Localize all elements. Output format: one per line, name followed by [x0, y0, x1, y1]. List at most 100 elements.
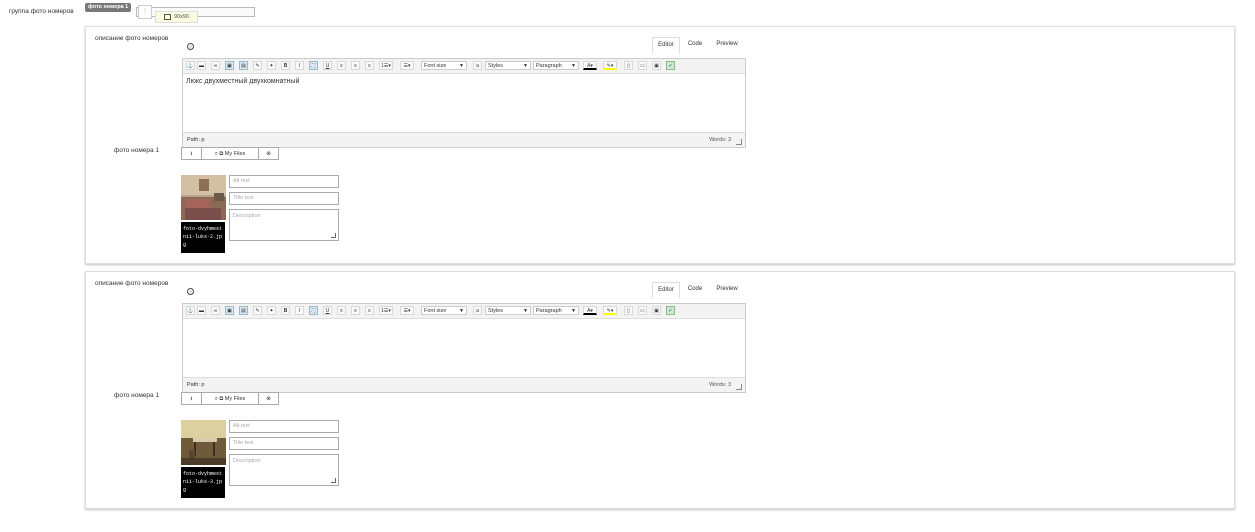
eraser-icon[interactable]: ✎	[253, 61, 262, 70]
fullscreen-icon[interactable]: ⛶	[309, 306, 318, 315]
close-icon: ⊗	[266, 396, 271, 402]
upload-icon: ⭳	[190, 396, 193, 402]
spellcheck-icon[interactable]: ✓	[666, 61, 675, 70]
word-count: Words: 3	[709, 137, 731, 143]
styles-icon[interactable]: a	[473, 61, 482, 70]
resize-handle-icon[interactable]	[736, 139, 742, 145]
group-badge[interactable]: фото номера 1	[85, 3, 132, 12]
title-text-input[interactable]: Title text	[229, 437, 339, 450]
search-icon: ⌕	[214, 396, 218, 402]
save-icon[interactable]: ▤	[239, 306, 248, 315]
remove-button[interactable]: ⊗	[258, 392, 279, 405]
link-icon[interactable]: ∞	[211, 61, 220, 70]
format-select[interactable]: Paragraph ▼	[533, 61, 579, 70]
table-icon[interactable]: ▭	[638, 306, 647, 315]
my-files-button[interactable]: ⌕ ⧉ My Files	[201, 147, 259, 160]
remove-button[interactable]: ⊗	[258, 147, 279, 160]
spellcheck-icon[interactable]: ✓	[666, 306, 675, 315]
highlight-color-icon[interactable]: ✎▾	[603, 61, 617, 70]
search-icon: ⌕	[214, 151, 218, 157]
underline-icon[interactable]: U	[323, 61, 332, 70]
bold-icon[interactable]: B	[281, 306, 290, 315]
align-center-icon[interactable]: ≡	[351, 306, 360, 315]
files-icon: ⧉	[219, 396, 224, 402]
close-icon: ⊗	[266, 151, 271, 157]
format-select[interactable]: Paragraph ▼	[533, 306, 579, 315]
resize-handle-icon[interactable]	[331, 478, 336, 483]
resize-handle-icon[interactable]	[736, 384, 742, 390]
media-icon[interactable]: ▣	[652, 61, 661, 70]
my-files-label: My Files	[224, 151, 246, 157]
upload-button[interactable]: ⭳	[181, 147, 202, 160]
table-icon[interactable]: ▭	[638, 61, 647, 70]
align-justify-icon[interactable]: ≡	[365, 61, 374, 70]
resize-handle-icon[interactable]	[331, 233, 336, 238]
my-files-button[interactable]: ⌕ ⧉ My Files	[201, 392, 259, 405]
italic-icon[interactable]: I	[295, 306, 304, 315]
drag-handle-icon[interactable]: ⋮	[138, 5, 152, 19]
help-icon[interactable]: ?	[187, 288, 194, 295]
image-insert-icon[interactable]: ▣	[225, 61, 234, 70]
underline-icon[interactable]: U	[323, 306, 332, 315]
styles-select[interactable]: Styles ▼	[485, 306, 531, 315]
media-icon[interactable]: ▣	[652, 306, 661, 315]
italic-icon[interactable]: I	[295, 61, 304, 70]
tab-editor[interactable]: Editor	[652, 282, 680, 299]
numbered-list-icon[interactable]: 1☰▾	[379, 61, 393, 70]
image-insert-icon[interactable]: ▣	[225, 306, 234, 315]
title-text-input[interactable]: Title text	[229, 192, 339, 205]
editor-content[interactable]: Люкс двухместный двухкомнатный	[183, 74, 745, 132]
description-textarea[interactable]: Description	[229, 209, 339, 241]
help-icon[interactable]: ?	[187, 43, 194, 50]
tab-editor[interactable]: Editor	[652, 37, 680, 54]
link-icon[interactable]: ∞	[211, 306, 220, 315]
bullet-list-icon[interactable]: ☰▾	[400, 306, 414, 315]
chevron-down-icon: ▼	[523, 63, 528, 69]
text-color-icon[interactable]: A▾	[583, 61, 597, 70]
numbered-list-icon[interactable]: 1☰▾	[379, 306, 393, 315]
horizontal-rule-icon[interactable]: ▬	[197, 61, 206, 70]
chevron-down-icon: ▼	[571, 308, 576, 314]
anchor-icon[interactable]: ⚓	[186, 61, 195, 70]
fullscreen-icon[interactable]: ⛶	[309, 61, 318, 70]
align-left-icon[interactable]: ≡	[337, 61, 346, 70]
description-textarea[interactable]: Description	[229, 454, 339, 486]
font-size-select[interactable]: Font size ▼	[421, 306, 467, 315]
cleanup-brush-icon[interactable]: ✦	[267, 61, 276, 70]
upload-button[interactable]: ⭳	[181, 392, 202, 405]
styles-icon[interactable]: a	[473, 306, 482, 315]
editor-content[interactable]	[183, 319, 745, 377]
format-value: Paragraph	[536, 308, 562, 314]
align-left-icon[interactable]: ≡	[337, 306, 346, 315]
bold-icon[interactable]: B	[281, 61, 290, 70]
photo-label: фото номера 1	[114, 147, 160, 154]
highlight-color-icon[interactable]: ✎▾	[603, 306, 617, 315]
tab-preview[interactable]: Preview	[712, 37, 742, 52]
font-size-select[interactable]: Font size ▼	[421, 61, 467, 70]
alt-text-input[interactable]: Alt text	[229, 175, 339, 188]
align-center-icon[interactable]: ≡	[351, 61, 360, 70]
photo-filename: foto-dvyhmestnii-luks-3.jpg	[181, 467, 225, 498]
path-value[interactable]: p	[201, 382, 204, 388]
alt-text-input[interactable]: Alt text	[229, 420, 339, 433]
path-value[interactable]: p	[201, 137, 204, 143]
tab-code[interactable]: Code	[683, 282, 707, 297]
bullet-list-icon[interactable]: ☰▾	[400, 61, 414, 70]
path-label: Path:	[187, 137, 200, 143]
tab-code[interactable]: Code	[683, 37, 707, 52]
chevron-down-icon: ▼	[571, 63, 576, 69]
tab-preview[interactable]: Preview	[712, 282, 742, 297]
horizontal-rule-icon[interactable]: ▬	[197, 306, 206, 315]
paste-text-icon[interactable]: ▯	[624, 306, 633, 315]
eraser-icon[interactable]: ✎	[253, 306, 262, 315]
styles-select[interactable]: Styles ▼	[485, 61, 531, 70]
anchor-icon[interactable]: ⚓	[186, 306, 195, 315]
description-label: описание фото номеров	[95, 280, 169, 287]
save-icon[interactable]: ▤	[239, 61, 248, 70]
text-color-icon[interactable]: A▾	[583, 306, 597, 315]
cleanup-brush-icon[interactable]: ✦	[267, 306, 276, 315]
group-label: группа фото номеров	[9, 8, 74, 15]
photo-label: фото номера 1	[114, 392, 160, 399]
paste-text-icon[interactable]: ▯	[624, 61, 633, 70]
align-justify-icon[interactable]: ≡	[365, 306, 374, 315]
